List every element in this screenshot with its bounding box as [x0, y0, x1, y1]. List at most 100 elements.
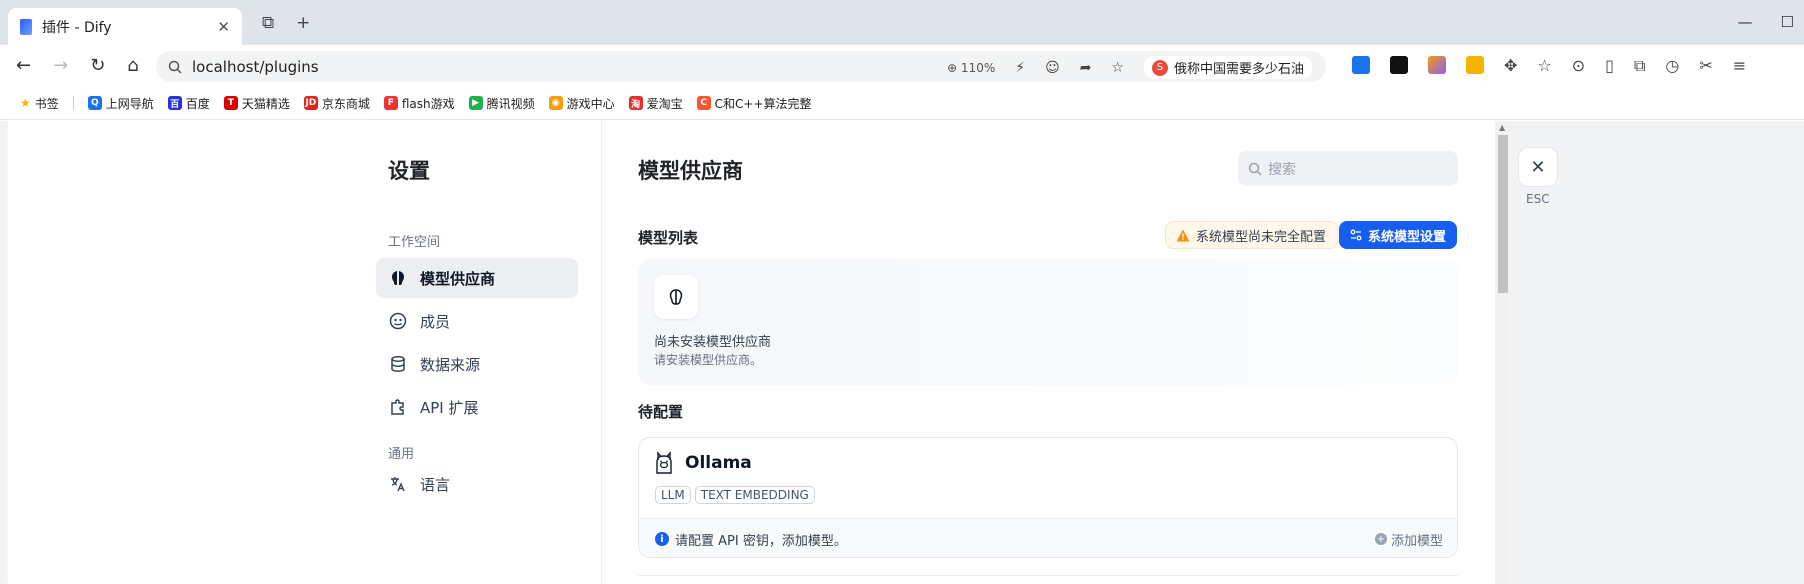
settings-sidebar: 设置 工作空间 模型供应商 成员 数据来源 API 扩展 通用 语言 [368, 121, 602, 584]
sidebar-item-label: 数据来源 [420, 355, 481, 374]
dify-favicon-icon [20, 18, 32, 35]
search-icon [168, 60, 182, 74]
bookmark-item[interactable]: C C和C++算法完整 [696, 95, 812, 112]
sidebar-item-label: API 扩展 [420, 398, 479, 417]
page-title: 模型供应商 [638, 159, 743, 183]
csdn-icon: C [696, 96, 711, 110]
browser-toolbar: ← → ↻ ⌂ localhost/plugins ⊕ 110% ⚡ ☺ ➦ ☆… [0, 45, 1804, 87]
bookmark-item[interactable]: ◉ 游戏中心 [548, 95, 615, 112]
tab-title: 插件 - Dify [42, 19, 112, 36]
translate-icon[interactable] [1352, 56, 1370, 74]
window-controls: — ☐ [1738, 13, 1794, 31]
provider-name: Ollama [685, 453, 752, 473]
page-area: 设置 工作空间 模型供应商 成员 数据来源 API 扩展 通用 语言 模型供应商… [0, 121, 1804, 584]
sidebar-item-data-source[interactable]: 数据来源 [376, 344, 578, 384]
sidebar-item-language[interactable]: 语言 [376, 464, 578, 504]
star-icon: ★ [20, 96, 31, 110]
provider-header: Ollama [653, 450, 752, 476]
browser-tabbar: 插件 - Dify ✕ ⧉ + — ☐ [0, 0, 1804, 45]
bookmark-item[interactable]: ▶ 腾讯视频 [468, 95, 535, 112]
url-text[interactable]: localhost/plugins [192, 58, 319, 76]
robot-icon[interactable]: ☺ [1045, 60, 1060, 76]
bookmark-label: C和C++算法完整 [714, 96, 812, 111]
home-icon[interactable]: ⌂ [127, 55, 138, 76]
puzzle-icon[interactable]: ✥ [1504, 56, 1517, 76]
system-model-settings-button[interactable]: 系统模型设置 [1339, 221, 1457, 249]
puzzle-icon [388, 397, 408, 417]
scissors-icon[interactable]: ✂ [1699, 56, 1712, 76]
zoom-value: 110% [960, 60, 996, 75]
translate-icon [388, 474, 408, 494]
close-button[interactable]: ✕ [1518, 147, 1558, 187]
empty-provider-panel: 尚未安装模型供应商 请安装模型供应商。 [638, 259, 1458, 385]
sidebar-item-model-provider[interactable]: 模型供应商 [376, 258, 578, 298]
system-model-settings-label: 系统模型设置 [1367, 229, 1446, 245]
browser-tab[interactable]: 插件 - Dify ✕ [8, 8, 242, 45]
nav-buttons: ← → ↻ ⌂ [16, 55, 139, 76]
reload-icon[interactable]: ↻ [90, 55, 105, 76]
menu-icon[interactable]: ≡ [1733, 56, 1746, 76]
divider [72, 96, 74, 110]
bookmark-label: 百度 [185, 96, 210, 111]
sidebar-item-members[interactable]: 成员 [376, 301, 578, 341]
history-icon[interactable]: ◷ [1665, 56, 1679, 76]
add-model-label: 添加模型 [1390, 533, 1443, 549]
window-icon[interactable]: ⧉ [1634, 56, 1645, 76]
sidebar-item-label: 语言 [420, 475, 451, 494]
maximize-icon[interactable]: ☐ [1781, 13, 1794, 31]
download-icon[interactable]: ⊙ [1572, 56, 1585, 76]
bookmarks-bar: ★ 书签 Q 上网导航 百百度 T 天猫精选 JD 京东商城 Fflash游戏 ▶ 腾讯视… [0, 87, 1804, 120]
bookmark-item[interactable]: ★ 书签 [20, 95, 59, 112]
bookmark-label: 京东商城 [321, 96, 370, 111]
provider-footer: i 请配置 API 密钥，添加模型。 + 添加模型 [639, 518, 1457, 557]
share-icon[interactable]: ➦ [1080, 60, 1092, 76]
bookmark-star-icon[interactable]: ☆ [1537, 56, 1551, 76]
tag-text-embedding: TEXT EMBEDDING [694, 486, 815, 504]
search-engine-box[interactable]: S 俄称中国需要多少石油 [1143, 56, 1312, 79]
search-input[interactable]: 搜索 [1238, 151, 1458, 186]
empty-title: 尚未安装模型供应商 [654, 335, 772, 350]
tab-group-icon[interactable]: ⧉ [262, 13, 274, 33]
extension-black-icon[interactable] [1390, 56, 1408, 74]
bookmark-item[interactable]: T 天猫精选 [223, 95, 290, 112]
close-icon: ✕ [1530, 156, 1546, 178]
search-placeholder: 搜索 [1268, 161, 1296, 178]
tab-close-icon[interactable]: ✕ [217, 18, 230, 36]
empty-description: 请安装模型供应商。 [654, 353, 763, 367]
omnibox-actions: ⊕ 110% ⚡ ☺ ➦ ☆ S 俄称中国需要多少石油 [947, 56, 1312, 79]
settings-main: 模型供应商 搜索 模型列表 系统模型尚未完全配置 系统模型设置 尚未安装模型供应… [603, 121, 1495, 584]
forward-icon[interactable]: → [53, 55, 68, 76]
back-icon[interactable]: ← [16, 55, 31, 76]
ai-assistant-icon[interactable] [1428, 56, 1446, 74]
bookmark-item[interactable]: Q 上网导航 [87, 95, 154, 112]
brain-icon [654, 275, 698, 319]
provider-card-ollama: Ollama LLM TEXT EMBEDDING i 请配置 API 密钥，添… [638, 437, 1458, 558]
esc-label: ESC [1526, 192, 1550, 206]
tencent-video-icon: ▶ [468, 96, 483, 110]
address-bar[interactable]: localhost/plugins ⊕ 110% ⚡ ☺ ➦ ☆ S 俄称中国需… [156, 51, 1326, 82]
folder-icon[interactable] [1466, 56, 1484, 74]
bookmark-label: 腾讯视频 [486, 96, 535, 111]
sidebar-item-api-extension[interactable]: API 扩展 [376, 387, 578, 427]
star-icon[interactable]: ☆ [1111, 60, 1124, 76]
settings-modal: 设置 工作空间 模型供应商 成员 数据来源 API 扩展 通用 语言 模型供应商… [8, 121, 1558, 584]
bookmark-item[interactable]: 百百度 [167, 95, 210, 112]
bookmark-label: 爱淘宝 [646, 96, 683, 111]
sidebar-item-label: 模型供应商 [420, 269, 496, 288]
minimize-icon[interactable]: — [1738, 13, 1753, 31]
phone-icon[interactable]: ▯ [1605, 56, 1614, 76]
scroll-up-icon[interactable]: ▲ [1499, 123, 1505, 132]
scrollbar[interactable]: ▲ [1496, 121, 1510, 584]
nav-site-icon: Q [87, 96, 102, 110]
settings-title: 设置 [388, 159, 430, 183]
new-tab-icon[interactable]: + [296, 13, 310, 33]
info-icon: i [655, 532, 669, 546]
bookmark-item[interactable]: JD 京东商城 [303, 95, 370, 112]
lightning-icon[interactable]: ⚡ [1015, 60, 1025, 76]
bookmark-item[interactable]: 淘爱淘宝 [628, 95, 683, 112]
add-model-button[interactable]: + 添加模型 [1374, 530, 1443, 549]
tag-llm: LLM [655, 486, 691, 504]
scrollbar-thumb[interactable] [1498, 135, 1508, 293]
bookmark-item[interactable]: Fflash游戏 [383, 95, 455, 112]
zoom-level[interactable]: ⊕ 110% [947, 61, 995, 75]
